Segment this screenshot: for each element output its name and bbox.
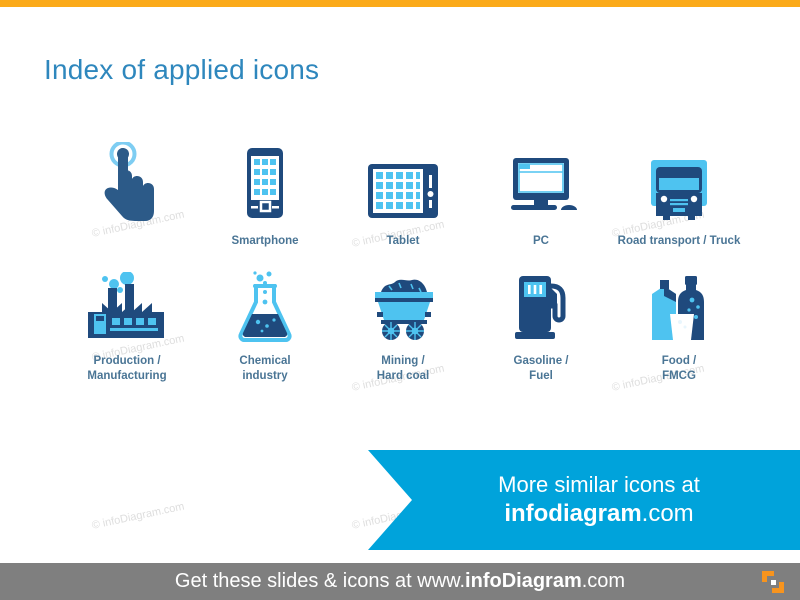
fuel-pump-icon	[476, 260, 606, 342]
mining-cart-icon-svg	[375, 279, 433, 340]
truck-icon	[614, 140, 744, 222]
icon-cell-pc[interactable]: PC	[476, 140, 606, 249]
smartphone-icon	[200, 140, 330, 222]
pc-icon-svg	[511, 158, 577, 210]
icon-caption: Food / FMCG	[661, 355, 697, 382]
icon-cell-touch-hand[interactable]	[62, 140, 192, 249]
icon-cell-tablet[interactable]: Tablet	[338, 140, 468, 249]
footer-prefix: Get these slides & icons at www.	[174, 570, 466, 592]
food-bottles-icon	[614, 260, 744, 342]
cta-brand: infodiagram	[504, 500, 642, 527]
icon-cell-chemical[interactable]: Chemical industry	[200, 260, 330, 384]
icon-cell-gasoline[interactable]: Gasoline / Fuel	[476, 260, 606, 384]
icon-caption: Gasoline / Fuel	[513, 355, 569, 382]
watermark: © infoDiagram.com	[90, 500, 186, 532]
cta-line-1: More similar icons at	[498, 472, 700, 497]
footer-bar: Get these slides & icons at www.infoDiag…	[0, 563, 800, 600]
page-title: Index of applied icons	[44, 54, 320, 85]
infodiagram-logo-icon[interactable]	[760, 569, 786, 595]
tablet-icon	[338, 140, 468, 222]
touch-hand-icon	[62, 140, 192, 222]
smartphone-icon-svg	[247, 148, 283, 218]
icon-cell-mining[interactable]: Mining / Hard coal	[338, 260, 468, 384]
icon-caption	[62, 234, 192, 249]
fuel-pump-icon-svg	[515, 276, 566, 339]
icon-cell-truck[interactable]: Road transport / Truck	[614, 140, 744, 249]
slide-canvas: Index of applied icons © infoDiagram.com…	[0, 0, 800, 600]
footer-brand: infoDiagram	[465, 570, 582, 592]
truck-icon-svg	[651, 160, 707, 220]
pc-icon	[476, 140, 606, 222]
factory-icon	[62, 260, 192, 342]
icon-caption: Chemical industry	[239, 355, 291, 382]
icon-caption: Tablet	[386, 235, 420, 247]
cta-tld: .com	[641, 500, 694, 527]
flask-icon-svg	[238, 271, 292, 342]
mining-cart-icon	[338, 260, 468, 342]
icon-caption: Mining / Hard coal	[376, 355, 430, 382]
icon-caption: Production / Manufacturing	[87, 355, 167, 382]
icon-cell-production[interactable]: Production / Manufacturing	[62, 260, 192, 384]
factory-icon-svg	[88, 272, 164, 338]
icon-caption: Smartphone	[231, 235, 299, 247]
icon-cell-smartphone[interactable]: Smartphone	[200, 140, 330, 249]
footer-text: Get these slides & icons at www.infoDiag…	[0, 563, 800, 600]
tablet-icon-svg	[368, 164, 438, 218]
cta-line-2: infodiagram.com	[504, 499, 693, 529]
top-accent-bar	[0, 0, 800, 7]
icon-caption: PC	[533, 235, 549, 247]
footer-tld: .com	[581, 570, 626, 592]
cta-banner[interactable]: More similar icons at infodiagram.com	[368, 450, 800, 550]
flask-icon	[200, 260, 330, 342]
food-bottles-icon-svg	[652, 276, 704, 340]
icon-caption: Road transport / Truck	[617, 235, 741, 247]
touch-hand-icon-svg	[104, 142, 154, 221]
icon-cell-food[interactable]: Food / FMCG	[614, 260, 744, 384]
